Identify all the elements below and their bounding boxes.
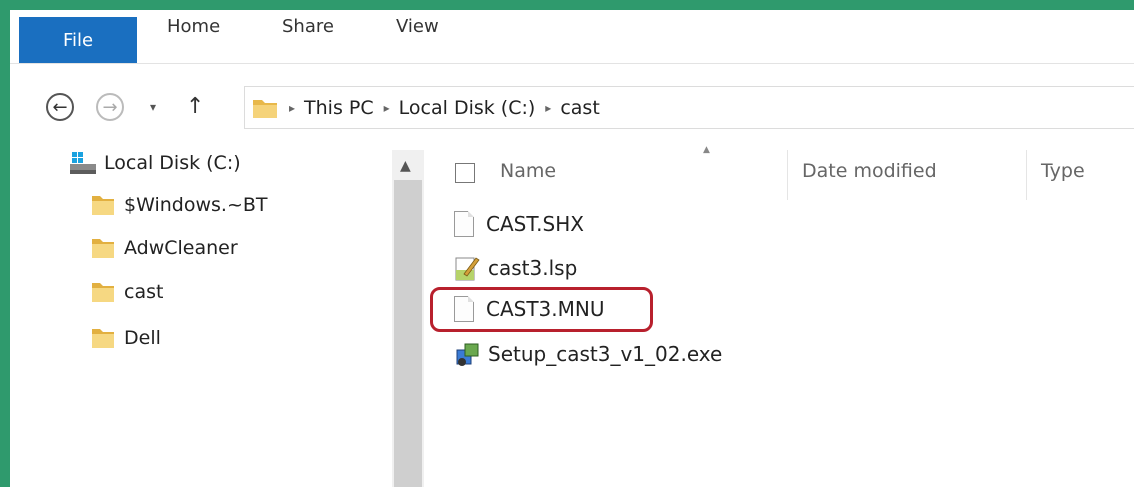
- tab-file[interactable]: File: [19, 17, 137, 63]
- folder-icon: [92, 329, 114, 348]
- breadcrumb-cast[interactable]: cast: [560, 97, 599, 119]
- column-header-type[interactable]: Type: [1041, 160, 1085, 182]
- breadcrumb-separator: ▸: [289, 100, 296, 115]
- nav-item-label: AdwCleaner: [124, 237, 238, 259]
- navigation-pane: [10, 130, 392, 487]
- folder-icon: [92, 283, 114, 302]
- column-divider[interactable]: [1026, 150, 1027, 200]
- breadcrumb-local-disk[interactable]: Local Disk (C:): [399, 97, 536, 119]
- nav-item-adwcleaner[interactable]: AdwCleaner: [90, 236, 238, 260]
- tab-share[interactable]: Share: [282, 16, 334, 37]
- script-file-icon: [455, 257, 480, 281]
- nav-item-label: Local Disk (C:): [104, 152, 241, 174]
- column-header-date-modified[interactable]: Date modified: [802, 160, 937, 182]
- nav-item-local-disk[interactable]: Local Disk (C:): [68, 150, 241, 176]
- column-divider[interactable]: [787, 150, 788, 200]
- breadcrumb-separator: ▸: [383, 100, 390, 115]
- nav-pane-scrollbar[interactable]: ▲: [392, 150, 424, 487]
- highlight-annotation: [430, 287, 653, 332]
- column-header-name[interactable]: Name: [500, 160, 556, 182]
- file-name: Setup_cast3_v1_02.exe: [488, 342, 723, 366]
- file-row-setup-exe[interactable]: Setup_cast3_v1_02.exe: [454, 340, 722, 368]
- nav-item-dell[interactable]: Dell: [90, 326, 161, 350]
- file-row-cast3-lsp[interactable]: cast3.lsp: [454, 254, 577, 282]
- scrollbar-thumb[interactable]: [394, 180, 422, 487]
- select-all-checkbox[interactable]: [455, 163, 475, 183]
- up-arrow-icon: ↑: [186, 94, 205, 119]
- address-bar[interactable]: ▸ This PC ▸ Local Disk (C:) ▸ cast: [244, 86, 1134, 129]
- tab-view[interactable]: View: [396, 16, 439, 37]
- nav-item-cast[interactable]: cast: [90, 280, 163, 304]
- nav-item-label: cast: [124, 281, 164, 303]
- tab-home[interactable]: Home: [167, 16, 220, 37]
- back-button[interactable]: ←: [46, 93, 74, 121]
- forward-button[interactable]: →: [96, 93, 124, 121]
- forward-arrow-icon: →: [102, 96, 118, 118]
- file-name: CAST.SHX: [486, 212, 584, 236]
- breadcrumb-separator: ▸: [545, 100, 552, 115]
- folder-icon: [253, 99, 277, 118]
- sort-ascending-icon: ▲: [703, 145, 710, 155]
- back-arrow-icon: ←: [52, 96, 68, 118]
- folder-icon: [92, 196, 114, 215]
- drive-icon: [70, 152, 96, 174]
- breadcrumb-this-pc[interactable]: This PC: [304, 97, 374, 119]
- installer-icon: [456, 343, 479, 366]
- scroll-up-icon[interactable]: ▲: [400, 158, 411, 174]
- nav-item-windows-bt[interactable]: $Windows.~BT: [90, 193, 268, 217]
- file-row-cast-shx[interactable]: CAST.SHX: [454, 211, 584, 237]
- folder-icon: [92, 239, 114, 258]
- up-button[interactable]: ↑: [186, 94, 204, 119]
- chevron-down-icon: ▾: [150, 100, 157, 114]
- nav-item-label: Dell: [124, 327, 161, 349]
- nav-item-label: $Windows.~BT: [124, 194, 268, 216]
- file-name: cast3.lsp: [488, 256, 578, 280]
- document-icon: [454, 211, 474, 237]
- recent-locations-dropdown[interactable]: ▾: [150, 100, 156, 114]
